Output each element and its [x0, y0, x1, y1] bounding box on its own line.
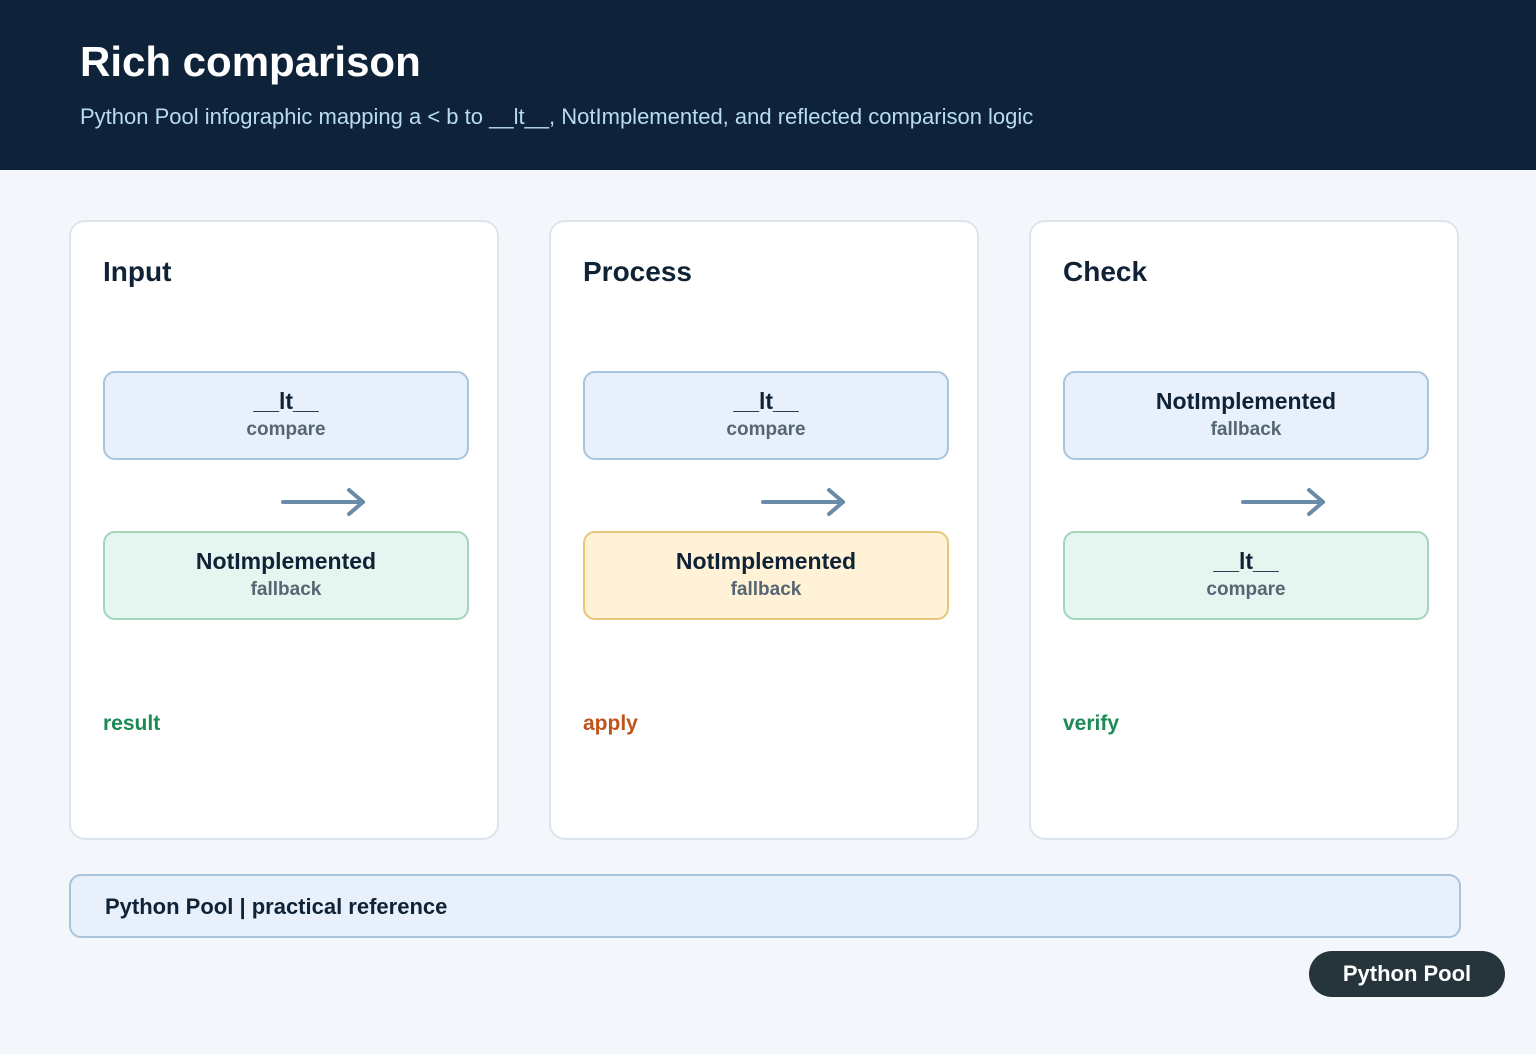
- node-sublabel: compare: [246, 419, 326, 440]
- panel-tag: result: [103, 712, 161, 735]
- arrow-right-icon: [761, 488, 845, 516]
- node-notimplemented-fallback: NotImplemented fallback: [583, 531, 949, 620]
- node-lt-compare: __lt__ compare: [1063, 531, 1429, 620]
- node-label: NotImplemented: [195, 548, 377, 574]
- arrow-right-icon: [1241, 488, 1325, 516]
- node-notimplemented-fallback: NotImplemented fallback: [1063, 371, 1429, 460]
- brand-badge: Python Pool: [1309, 951, 1505, 997]
- node-label: __lt__: [733, 388, 799, 414]
- node-lt-compare: __lt__ compare: [583, 371, 949, 460]
- node-sublabel: fallback: [1210, 419, 1282, 440]
- node-label: __lt__: [1213, 548, 1279, 574]
- panel-title: Check: [1063, 256, 1148, 287]
- panel-check: Check NotImplemented fallback __lt__ com…: [1029, 220, 1459, 840]
- panel-input: Input __lt__ compare NotImplemented fall…: [69, 220, 499, 840]
- node-sublabel: compare: [1206, 579, 1286, 600]
- node-sublabel: fallback: [730, 579, 802, 600]
- header-banner: Rich comparison Python Pool infographic …: [0, 0, 1536, 170]
- panel-tag: verify: [1063, 712, 1120, 735]
- arrow-right-icon: [281, 488, 365, 516]
- node-notimplemented-fallback: NotImplemented fallback: [103, 531, 469, 620]
- panel-title: Input: [103, 256, 172, 287]
- node-sublabel: fallback: [250, 579, 322, 600]
- footer-text: Python Pool | practical reference: [105, 894, 448, 919]
- footer-bar: Python Pool | practical reference: [69, 874, 1461, 938]
- panel-process: Process __lt__ compare NotImplemented fa…: [549, 220, 979, 840]
- node-sublabel: compare: [726, 419, 806, 440]
- page-title: Rich comparison: [80, 38, 421, 85]
- node-label: NotImplemented: [1155, 388, 1337, 414]
- node-label: __lt__: [253, 388, 319, 414]
- node-label: NotImplemented: [675, 548, 857, 574]
- panel-tag: apply: [583, 712, 638, 735]
- page-subtitle: Python Pool infographic mapping a < b to…: [80, 104, 1034, 129]
- panel-title: Process: [583, 256, 692, 287]
- node-lt-compare: __lt__ compare: [103, 371, 469, 460]
